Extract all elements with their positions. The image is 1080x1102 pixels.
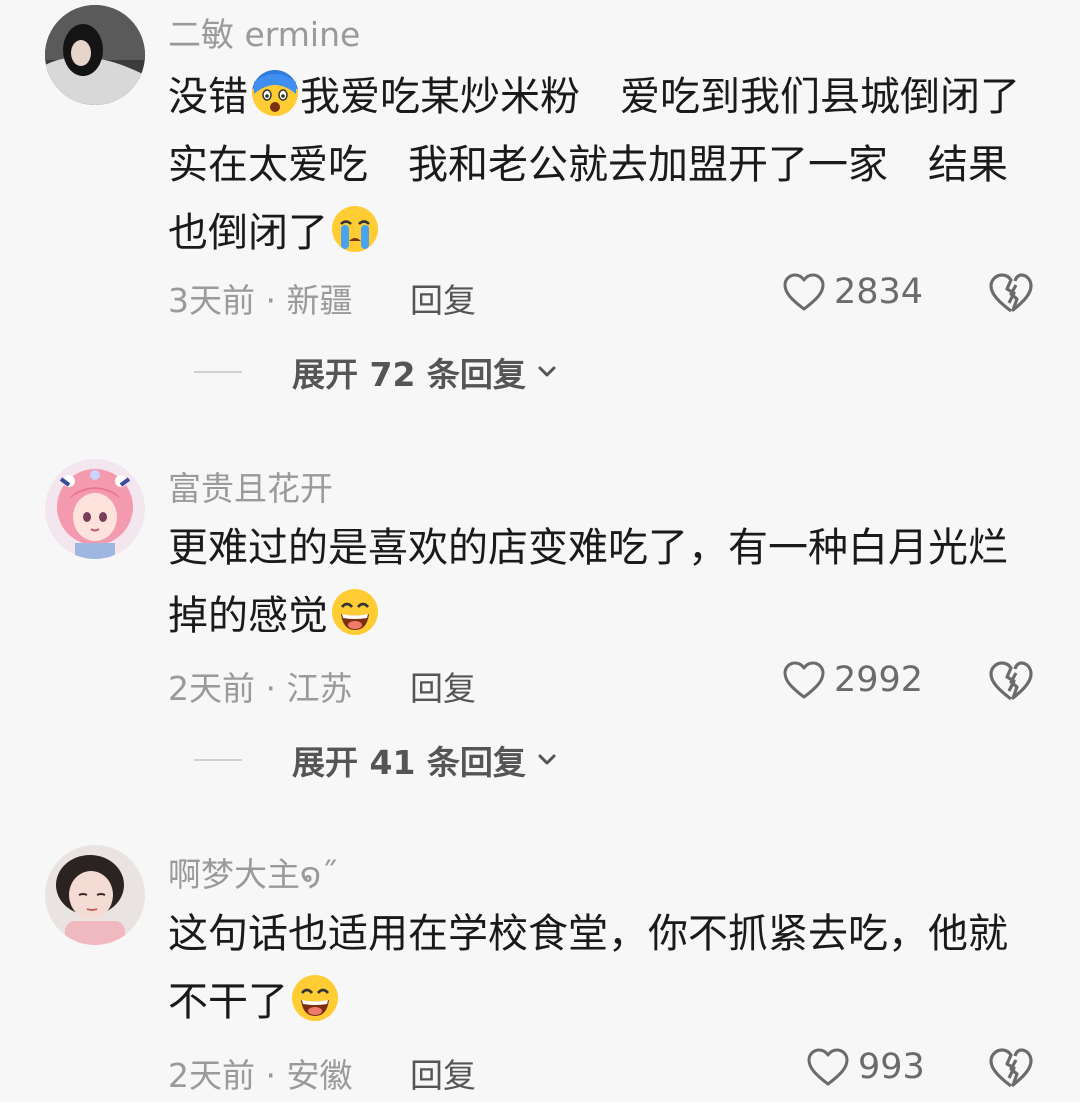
comment-text: 这句话也适用在学校食堂，你不抓紧去吃，他就 不干了 [168,900,1048,1036]
comment-text: 没错 我爱吃某炒米粉 爱吃到我们县城倒闭了 实在太爱吃 我和老公就去加盟开了一家… [168,63,1048,267]
broken-heart-icon [989,273,1033,313]
username[interactable]: 二敏 ermine [168,8,360,56]
like-count: 2992 [834,660,924,700]
broken-heart-icon [989,661,1033,701]
comment-text-line: 掉的感觉 [168,593,328,639]
heart-outline-icon [783,661,825,699]
divider [194,759,242,761]
comment-meta: 3天前 · 新疆 [168,281,353,320]
reply-button[interactable]: 回复 [410,274,476,322]
username[interactable]: 啊梦大主໑˝ [168,848,338,896]
avatar[interactable] [45,845,145,945]
scared-emoji-icon [250,68,300,118]
reply-button[interactable]: 回复 [410,1049,476,1097]
broken-heart-icon [989,1048,1033,1088]
grinning-emoji-icon [290,973,340,1023]
like-button[interactable]: 2834 [782,272,923,312]
expand-replies-label: 展开 41 条回复 [292,743,526,782]
comment-text-line: 更难过的是喜欢的店变难吃了，有一种白月光烂 [168,525,1008,571]
comment-text: 更难过的是喜欢的店变难吃了，有一种白月光烂 掉的感觉 [168,514,1048,650]
expand-replies-button[interactable]: 展开 72 条回复 [194,348,558,396]
crying-emoji-icon [330,204,380,254]
dislike-button[interactable] [988,1047,1034,1089]
avatar[interactable] [45,459,145,559]
reply-button[interactable]: 回复 [410,662,476,710]
like-count: 2834 [834,272,924,312]
grinning-emoji-icon [330,587,380,637]
dislike-button[interactable] [988,272,1034,314]
expand-replies-button[interactable]: 展开 41 条回复 [194,736,558,784]
chevron-down-icon [536,749,558,771]
like-button[interactable]: 2992 [782,660,923,700]
avatar[interactable] [45,5,145,105]
heart-outline-icon [783,273,825,311]
expand-replies-label: 展开 72 条回复 [292,355,526,394]
like-count: 993 [858,1047,925,1087]
heart-outline-icon [807,1048,849,1086]
comment-meta: 2天前 · 江苏 [168,669,353,708]
divider [194,371,242,373]
like-button[interactable]: 993 [806,1047,925,1087]
comment-meta: 2天前 · 安徽 [168,1056,353,1095]
chevron-down-icon [536,361,558,383]
comment-text-line: 这句话也适用在学校食堂，你不抓紧去吃，他就 [168,911,1008,957]
comment-text-line: 我爱吃某炒米粉 爱吃到我们县城倒闭了 [300,74,1020,120]
dislike-button[interactable] [988,660,1034,702]
comment-text-line: 也倒闭了 [168,210,328,256]
comment-text-line: 实在太爱吃 我和老公就去加盟开了一家 结果 [168,142,1008,188]
username[interactable]: 富贵且花开 [168,462,333,510]
comment-text-line: 没错 [168,74,248,120]
comment-text-line: 不干了 [168,979,288,1025]
